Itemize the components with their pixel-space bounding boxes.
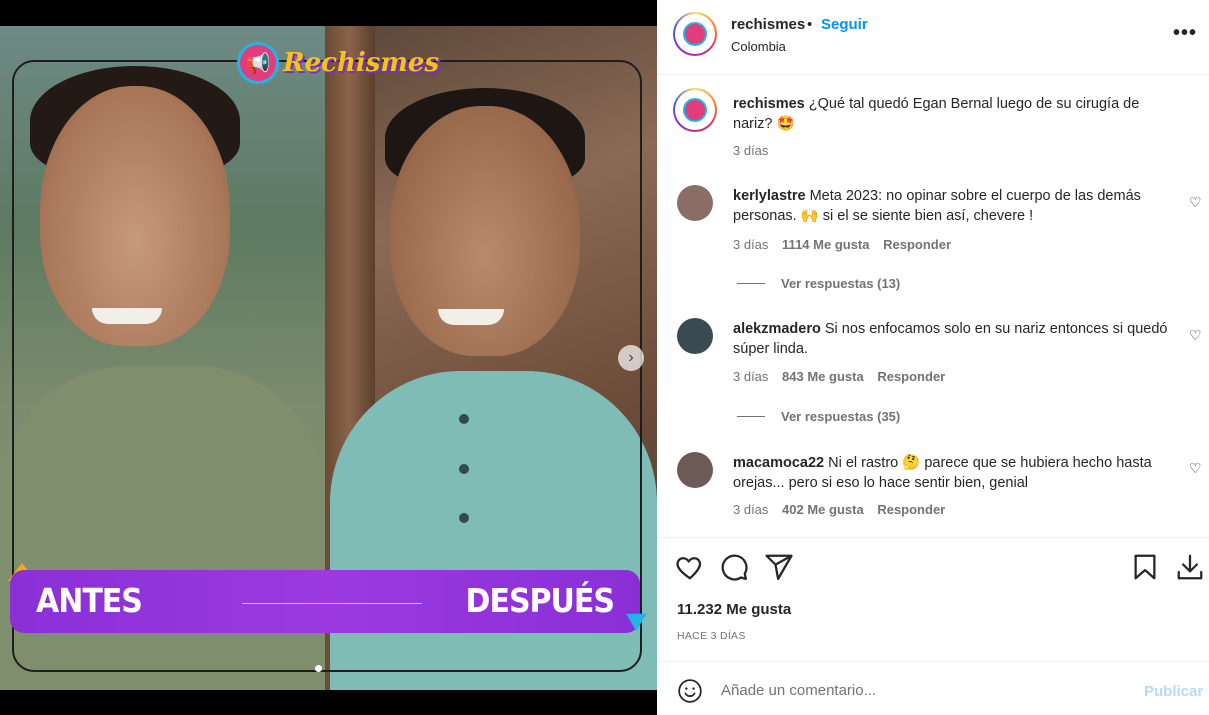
comment-meta: 3 días 1114 Me gusta Responder [733, 237, 951, 252]
logo-text: Rechismes [283, 48, 440, 78]
heart-icon[interactable]: ♡ [1189, 460, 1202, 477]
comment-likes[interactable]: 843 Me gusta [782, 369, 864, 384]
view-replies-label: Ver respuestas (35) [781, 409, 901, 424]
avatar[interactable] [673, 12, 717, 56]
chevron-right-icon: › [628, 349, 634, 366]
caption-username[interactable]: rechismes [733, 96, 805, 112]
post-date: HACE 3 DÍAS [677, 630, 746, 642]
carousel-indicator [315, 665, 322, 672]
author-username[interactable]: rechismes [731, 16, 805, 33]
megaphone-icon: 📢 [237, 42, 279, 84]
banner-divider [242, 603, 422, 604]
caption-time-text: 3 días [733, 143, 769, 158]
comment-input[interactable] [721, 676, 1131, 704]
follow-button[interactable]: Seguir [821, 16, 868, 33]
caption: rechismes ¿Qué tal quedó Egan Bernal lue… [733, 94, 1173, 134]
comment-likes[interactable]: 1114 Me gusta [782, 237, 869, 252]
reply-button[interactable]: Responder [883, 237, 951, 252]
avatar[interactable] [677, 185, 713, 221]
after-label: DESPUÉS [465, 582, 615, 621]
view-replies-label: Ver respuestas (13) [781, 276, 901, 291]
comment-icon[interactable] [719, 552, 749, 582]
more-options-icon[interactable]: ••• [1173, 22, 1197, 45]
add-comment-bar: Publicar [657, 661, 1209, 715]
post-media: 📢 Rechismes ANTES DESPUÉS › [0, 0, 657, 715]
post-details-panel: rechismes • Seguir Colombia ••• rechisme… [657, 0, 1209, 715]
like-heart-icon[interactable] [675, 552, 705, 582]
share-icon[interactable] [764, 552, 794, 582]
comments-section: rechismes ¿Qué tal quedó Egan Bernal lue… [657, 76, 1209, 536]
avatar[interactable] [677, 452, 713, 488]
comment-username[interactable]: alekzmadero [733, 321, 821, 337]
caption-time: 3 días [733, 143, 768, 158]
comment-time: 3 días [733, 502, 769, 517]
view-replies-button[interactable]: Ver respuestas (13) [737, 276, 900, 291]
heart-icon[interactable]: ♡ [1189, 327, 1202, 344]
separator-dot: • [807, 16, 813, 33]
comment-username[interactable]: kerlylastre [733, 188, 806, 204]
comment-meta: 3 días 402 Me gusta Responder [733, 502, 945, 517]
comment: macamoca22 Ni el rastro 🤔 parece que se … [733, 453, 1173, 493]
reply-button[interactable]: Responder [877, 369, 945, 384]
comment-meta: 3 días 843 Me gusta Responder [733, 369, 945, 384]
heart-icon[interactable]: ♡ [1189, 194, 1202, 211]
reply-button[interactable]: Responder [877, 502, 945, 517]
post-actions: 11.232 Me gusta HACE 3 DÍAS [657, 537, 1209, 660]
before-after-banner: ANTES DESPUÉS [10, 570, 640, 633]
likes-count[interactable]: 11.232 Me gusta [677, 601, 791, 618]
publish-button[interactable]: Publicar [1144, 683, 1203, 700]
avatar[interactable] [673, 88, 717, 132]
emoji-icon[interactable] [677, 678, 703, 704]
comment-username[interactable]: macamoca22 [733, 455, 824, 471]
comment-likes[interactable]: 402 Me gusta [782, 502, 864, 517]
comment-time: 3 días [733, 369, 769, 384]
before-label: ANTES [36, 582, 143, 621]
download-icon[interactable] [1175, 552, 1205, 582]
rechismes-logo: 📢 Rechismes [237, 42, 439, 84]
next-image-button[interactable]: › [618, 345, 644, 371]
post-header: rechismes • Seguir Colombia ••• [657, 0, 1209, 75]
save-bookmark-icon[interactable] [1130, 552, 1160, 582]
comment: kerlylastre Meta 2023: no opinar sobre e… [733, 186, 1173, 226]
comment-time: 3 días [733, 237, 769, 252]
comment: alekzmadero Si nos enfocamos solo en su … [733, 319, 1173, 359]
view-replies-button[interactable]: Ver respuestas (35) [737, 409, 900, 424]
post-location[interactable]: Colombia [731, 39, 786, 54]
avatar[interactable] [677, 318, 713, 354]
